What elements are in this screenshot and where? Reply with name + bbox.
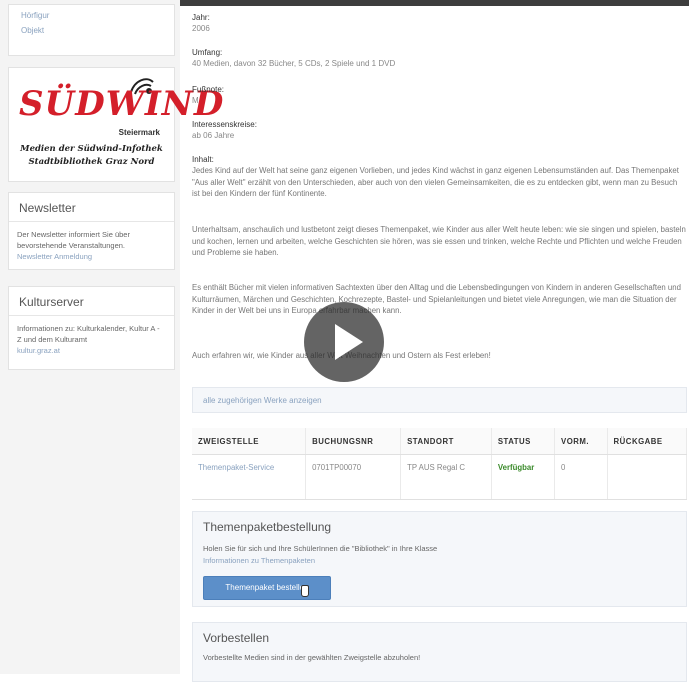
inhalt-paragraph-2: Unterhaltsam, anschaulich und lustbetont… [192,225,686,257]
inhalt-paragraph-4: Auch erfahren wir, wie Kinder aus aller … [192,351,491,360]
field-inhalt: Inhalt: Jedes Kind auf der Welt hat sein… [192,154,687,200]
logo-tagline-2: Stadtbibliothek Graz Nord [28,157,155,167]
field-umfang: Umfang: 40 Medien, davon 32 Bücher, 5 CD… [192,47,687,69]
order-package-button[interactable]: Themenpaket bestellen [203,576,331,600]
logo-tagline-1: Medien der Südwind-Infothek [20,144,163,154]
order-title: Themenpaketbestellung [203,520,332,534]
logo-region: Steiermark [118,128,160,137]
inhalt-label: Inhalt: [192,155,214,164]
preorder-panel: Vorbestellen Vorbestellte Medien sind in… [192,622,687,682]
umfang-label: Umfang: [192,48,223,57]
kulturserver-box: Kulturserver Informationen zu: Kulturkal… [8,286,175,370]
suedwind-logo[interactable]: SÜDWIND Steiermark Medien der Südwind-In… [8,67,223,182]
cell-standort: TP AUS Regal C [400,454,492,500]
fussnote-label: Fußnote: [192,85,225,94]
all-works-link[interactable]: alle zugehörigen Werke anzeigen [203,396,322,405]
inhalt-paragraph-3: Es enthält Bücher mit vielen informative… [192,283,681,315]
cell-buchungsnr: 0701TP00070 [305,454,402,500]
column-header-rueckgabe: RÜCKGABE [607,428,688,455]
themenpaket-info-link[interactable]: Informationen zu Themenpaketen [203,556,315,565]
cell-zweigstelle[interactable]: Themenpaket-Service [192,454,307,500]
table-header-row: ZWEIGSTELLE BUCHUNGSNR STANDORT STATUS V… [192,428,688,455]
holdings-table: ZWEIGSTELLE BUCHUNGSNR STANDORT STATUS V… [192,428,688,500]
mouse-cursor-icon [301,585,309,597]
sidebar-item-objekt[interactable]: Objekt [9,20,174,35]
table-row: Themenpaket-Service 0701TP00070 TP AUS R… [192,454,688,500]
sidebar: Hörfigur Objekt SÜDWIND Steiermark Medie… [0,0,223,674]
works-link-box: alle zugehörigen Werke anzeigen [192,387,687,413]
column-header-buchungsnr: BUCHUNGSNR [305,428,402,455]
column-header-status: STATUS [491,428,556,455]
umfang-value: 40 Medien, davon 32 Bücher, 5 CDs, 2 Spi… [192,59,396,68]
play-button[interactable] [304,302,384,382]
inhalt-paragraph-1: Jedes Kind auf der Welt hat seine ganz e… [192,166,679,198]
newsletter-box: Newsletter Der Newsletter informiert Sie… [8,192,175,270]
fussnote-value: M [192,96,199,105]
column-header-zweigstelle: ZWEIGSTELLE [192,428,307,455]
newsletter-text: Der Newsletter informiert Sie über bevor… [17,230,130,250]
sidebar-nav: Hörfigur Objekt [8,4,175,56]
order-text: Holen Sie für sich und Ihre SchülerInnen… [203,544,438,553]
main-content: Jahr: 2006 Umfang: 40 Medien, davon 32 B… [184,0,689,682]
preorder-text: Vorbestellte Medien sind in der gewählte… [203,653,421,662]
field-interessenskreise: Interessenskreise: ab 06 Jahre [192,119,687,141]
order-panel: Themenpaketbestellung Holen Sie für sich… [192,511,687,607]
column-header-vorm: VORM. [554,428,608,455]
kulturserver-text: Informationen zu: Kulturkalender, Kultur… [17,324,160,344]
kulturserver-link[interactable]: kultur.graz.at [9,345,174,356]
cell-rueckgabe [607,454,688,500]
field-fussnote: Fußnote: M [192,84,687,106]
kulturserver-title: Kulturserver [9,287,174,316]
cell-vorm: 0 [554,454,608,500]
newsletter-title: Newsletter [9,193,174,222]
play-icon [335,324,363,360]
jahr-label: Jahr: [192,13,210,22]
column-header-standort: STANDORT [400,428,492,455]
preorder-title: Vorbestellen [203,631,270,645]
interessen-value: ab 06 Jahre [192,131,235,140]
field-jahr: Jahr: 2006 [192,12,687,34]
sidebar-item-hoerfigur[interactable]: Hörfigur [9,5,174,20]
interessen-label: Interessenskreise: [192,120,257,129]
jahr-value: 2006 [192,24,210,33]
newsletter-link[interactable]: Newsletter Anmeldung [9,251,174,262]
cell-status: Verfügbar [491,454,556,500]
